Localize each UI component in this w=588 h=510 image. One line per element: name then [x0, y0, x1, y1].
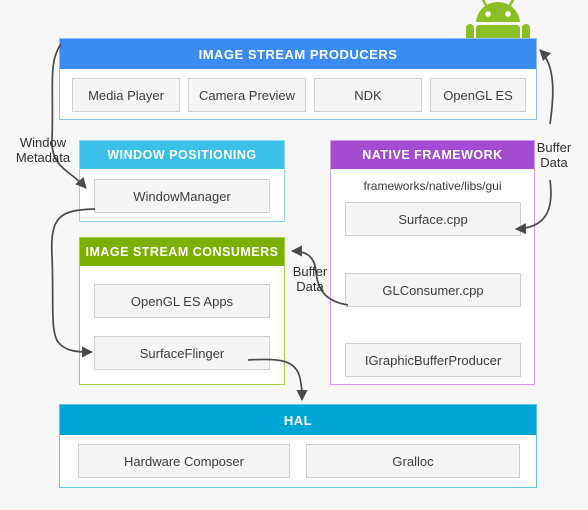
node-surfaceflinger[interactable]: SurfaceFlinger [94, 336, 270, 370]
node-ndk[interactable]: NDK [314, 78, 422, 112]
edge-label-window-metadata: Window Metadata [15, 135, 71, 165]
node-camera-preview[interactable]: Camera Preview [188, 78, 306, 112]
panel-image-stream-consumers: IMAGE STREAM CONSUMERS OpenGL ES Apps Su… [79, 237, 285, 385]
node-windowmanager[interactable]: WindowManager [94, 179, 270, 213]
panel-image-stream-producers: IMAGE STREAM PRODUCERS Media Player Came… [59, 38, 537, 120]
panel-header-image-stream-consumers: IMAGE STREAM CONSUMERS [80, 238, 284, 266]
wire-buffer-data-right-up [539, 49, 554, 125]
panel-native-framework: NATIVE FRAMEWORK frameworks/native/libs/… [330, 140, 535, 385]
panel-header-window-positioning: WINDOW POSITIONING [80, 141, 284, 169]
node-glconsumer-cpp[interactable]: GLConsumer.cpp [345, 273, 521, 307]
node-surface-cpp[interactable]: Surface.cpp [345, 202, 521, 236]
edge-label-buffer-data-right: Buffer Data [536, 140, 572, 170]
node-opengl-es[interactable]: OpenGL ES [430, 78, 526, 112]
node-opengl-es-apps[interactable]: OpenGL ES Apps [94, 284, 270, 318]
diagram-canvas: IMAGE STREAM PRODUCERS Media Player Came… [0, 0, 588, 510]
panel-header-image-stream-producers: IMAGE STREAM PRODUCERS [60, 39, 536, 69]
panel-header-hal: HAL [60, 405, 536, 435]
panel-header-native-framework: NATIVE FRAMEWORK [331, 141, 534, 169]
node-media-player[interactable]: Media Player [72, 78, 180, 112]
node-gralloc[interactable]: Gralloc [306, 444, 520, 478]
panel-window-positioning: WINDOW POSITIONING WindowManager [79, 140, 285, 222]
edge-label-buffer-data-middle: Buffer Data [292, 264, 328, 294]
node-igraphicbufferproducer[interactable]: IGraphicBufferProducer [345, 343, 521, 377]
node-hardware-composer[interactable]: Hardware Composer [78, 444, 290, 478]
panel-hal: HAL Hardware Composer Gralloc [59, 404, 537, 488]
native-framework-subtitle: frameworks/native/libs/gui [363, 179, 502, 193]
